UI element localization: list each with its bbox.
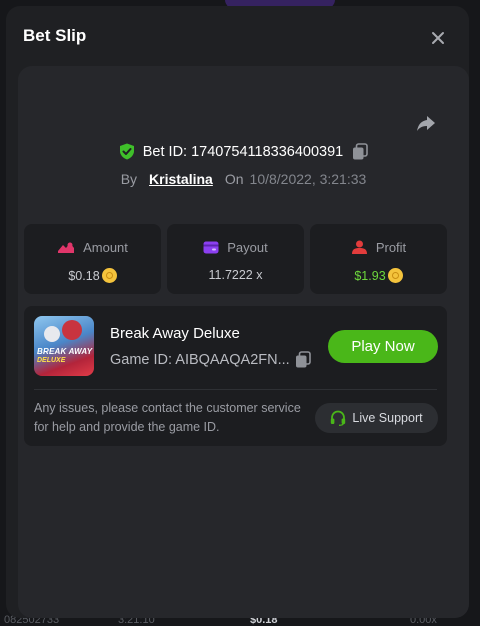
game-thumbnail[interactable]: BREAK AWAY DELUXE [34,316,94,376]
modal-title: Bet Slip [23,26,87,45]
amount-value: $0.18 [68,268,100,283]
modal-header: Bet Slip [6,6,469,68]
thumbnail-subtitle: DELUXE [37,357,66,364]
bet-author-row: By Kristalina On 10/8/2022, 3:21:33 [18,171,469,187]
play-now-button[interactable]: Play Now [328,330,438,363]
thumbnail-title: BREAK AWAY [37,347,93,356]
close-icon [432,32,444,44]
bet-slip-modal: Bet Slip Bet ID: 174075411833640039​1 [6,6,469,618]
by-label: By [120,171,138,187]
game-id-text: Game ID: AIBQAAQA2FN... [110,351,290,368]
payout-value: 11.7222 x [208,268,263,282]
copy-game-id-button[interactable] [295,351,311,368]
bet-id-text: Bet ID: 174075411833640039​1 [142,143,344,160]
bet-stats: Amount $0.18 Payout 11.7222 x Profit $1.… [24,224,464,294]
shield-check-icon [119,143,135,160]
headset-icon [330,410,346,426]
divider [34,389,437,390]
bet-details-panel: Bet ID: 174075411833640039​1 By Kristali… [18,66,469,618]
stat-profit: Profit $1.93 [310,224,447,294]
copy-icon [295,351,311,368]
live-support-label: Live Support [352,411,423,425]
share-button[interactable] [414,111,440,137]
wallet-icon [203,241,219,254]
bet-id-row: Bet ID: 174075411833640039​1 [18,143,469,160]
close-button[interactable] [426,26,450,50]
support-notice: Any issues, please contact the customer … [34,401,301,434]
on-label: On [224,171,244,187]
copy-bet-id-button[interactable] [352,143,369,160]
payout-label: Payout [227,240,268,255]
stat-payout: Payout 11.7222 x [167,224,304,294]
game-id-row: Game ID: AIBQAAQA2FN... [110,351,311,368]
copy-icon [353,143,369,160]
stat-amount: Amount $0.18 [24,224,161,294]
profit-label: Profit [375,240,407,255]
user-link[interactable]: Kristalina [149,171,213,187]
share-icon [417,116,435,131]
game-card: BREAK AWAY DELUXE Break Away Deluxe Game… [24,306,447,446]
chips-icon [57,241,75,255]
live-support-button[interactable]: Live Support [315,403,438,433]
bet-date: 10/8/2022, 3:21:33 [249,171,367,187]
person-coin-icon [351,240,368,255]
amount-label: Amount [83,240,128,255]
game-title: Break Away Deluxe [110,325,240,342]
coin-icon [101,268,117,283]
coin-icon [387,268,403,283]
profit-value: $1.93 [354,268,386,283]
